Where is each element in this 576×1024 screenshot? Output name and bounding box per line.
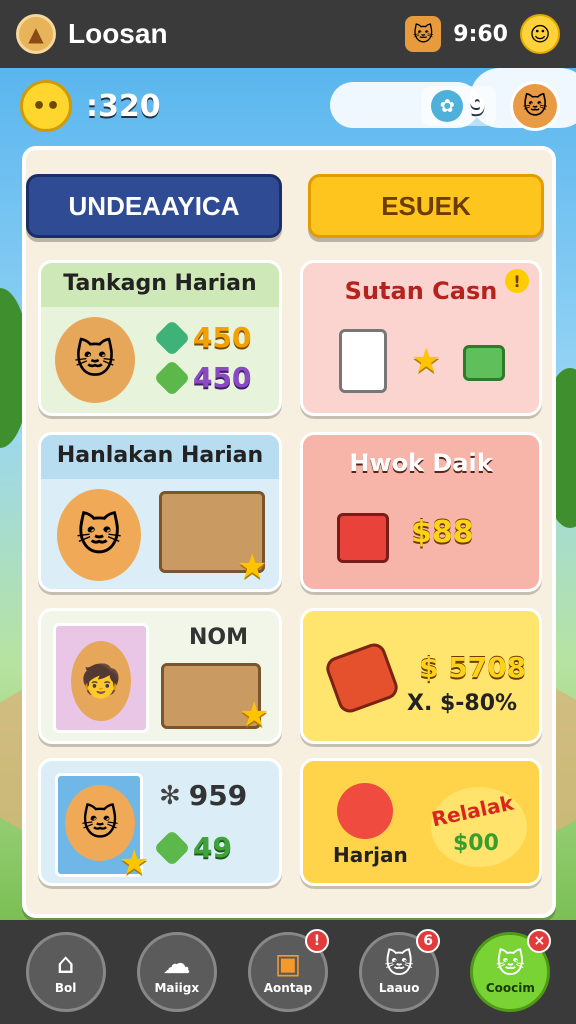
discount-label: X. $-80% [407,691,518,716]
card-title: Tankagn Harian [63,271,257,296]
card-title: Sutan Casn [344,277,498,305]
nav-bol[interactable]: ⌂ Bol [25,932,106,1012]
cloud-icon: ☁ [162,947,191,980]
nav-label: Coocim [485,981,535,995]
card-title: NOM [189,625,249,650]
card-title: Hwok Daik [349,449,493,477]
tab-undeaayica[interactable]: UNDEAAYICA [26,174,282,238]
gift-bag-icon [337,783,393,839]
alert-badge: ! [505,269,529,293]
star-icon: ★ [239,695,270,735]
daily-reward-card[interactable]: Hanlakan Harian 🐱 ★ [38,432,282,592]
cash-icon [463,345,505,381]
cat-character-icon: 🐱 [57,489,141,581]
gift-box-icon [337,513,389,563]
notification-badge: ! [304,929,329,953]
star-icon: ★ [411,341,442,381]
nav-maiigx[interactable]: ☁ Maiigx [136,932,217,1012]
tab-esuek[interactable]: ESUEK [308,174,544,238]
card-label: Harjan [333,843,408,867]
shop-panel: UNDEAAYICA ESUEK Tankagn Harian 🐱 450 45… [22,146,556,918]
cat-face-icon: 🐱 [384,947,414,980]
daily-task-card[interactable]: Tankagn Harian 🐱 450 450 [38,260,282,416]
star-icon: ★ [237,547,268,587]
cat-icon[interactable]: 🐱 [405,16,442,52]
coin-icon: •• [20,80,72,132]
star-icon: ★ [119,843,150,883]
app-title: Loosan [68,18,168,49]
close-badge: × [527,929,552,953]
cat-avatar-icon[interactable]: 🐱 [510,81,560,131]
leaf-icon [153,319,191,356]
nav-laauo[interactable]: 🐱 Laauo 6 [359,929,441,1012]
nav-coocim[interactable]: 🐱 Coocim × [470,929,552,1012]
special-cash-card[interactable]: Sutan Casn ! ★ [300,260,542,416]
leaf-icon [153,829,191,866]
price-label: $ 5708 [419,651,527,684]
nav-label: Aontap [263,981,313,995]
stat-row: 450 [153,359,252,396]
stat-value: 450 [193,361,252,394]
nav-label: Laauo [378,981,420,995]
gem-count: 9 [469,92,486,120]
acorn-icon[interactable]: ▲ [16,14,56,54]
coin-count: :320 [86,88,161,124]
jar-icon [339,329,387,393]
flower-icon: ✻ [159,780,181,811]
clock: 9:60 [453,21,508,47]
hwok-deal-card[interactable]: Hwok Daik $88 [300,432,542,592]
cat-face-icon: 🐱 [495,947,525,980]
status-bar: ▲ Loosan 🐱 9:60 ☺ [0,0,576,68]
character-icon: 🧒 [71,641,131,721]
card-title: Hanlakan Harian [56,443,264,468]
stat-row: 450 [153,319,252,356]
stat-value: 49 [193,831,232,864]
cat-reward-card[interactable]: 🐱 ★ ✻ 959 49 [38,758,282,886]
stat-value: 959 [188,779,248,812]
burst-value: $00 [453,831,499,856]
bag-icon: ▣ [274,947,302,980]
discount-card[interactable]: $ 5708 X. $-80% [300,608,542,744]
smiley-icon[interactable]: ☺ [520,14,560,54]
status-right: 🐱 9:60 ☺ [405,14,560,54]
character-icon: 🐱 [55,317,135,403]
stat-row: 49 [153,829,232,866]
tab-bar: UNDEAAYICA ESUEK [26,174,552,238]
stat-row: ✻ 959 [159,779,247,812]
resource-row: •• :320 ✿ 9 🐱 [20,80,560,132]
leaf-icon [153,359,191,396]
home-icon: ⌂ [56,947,75,980]
nav-label: Maiigx [154,981,200,995]
bag-icon [322,640,402,716]
nav-aontap[interactable]: ▣ Aontap ! [247,929,329,1012]
notification-badge: 6 [416,929,441,953]
price-label: $88 [411,515,474,550]
gem-counter[interactable]: ✿ 9 [421,86,496,126]
harian-reward-card[interactable]: Harjan Relalak $00 [300,758,542,886]
gem-icon: ✿ [431,90,464,122]
bottom-navigation: ⌂ Bol ☁ Maiigx ▣ Aontap ! 🐱 Laauo 6 🐱 Co… [0,920,576,1024]
stat-value: 450 [193,321,252,354]
nom-card[interactable]: 🧒 NOM ★ [38,608,282,744]
nav-label: Bol [54,981,77,995]
